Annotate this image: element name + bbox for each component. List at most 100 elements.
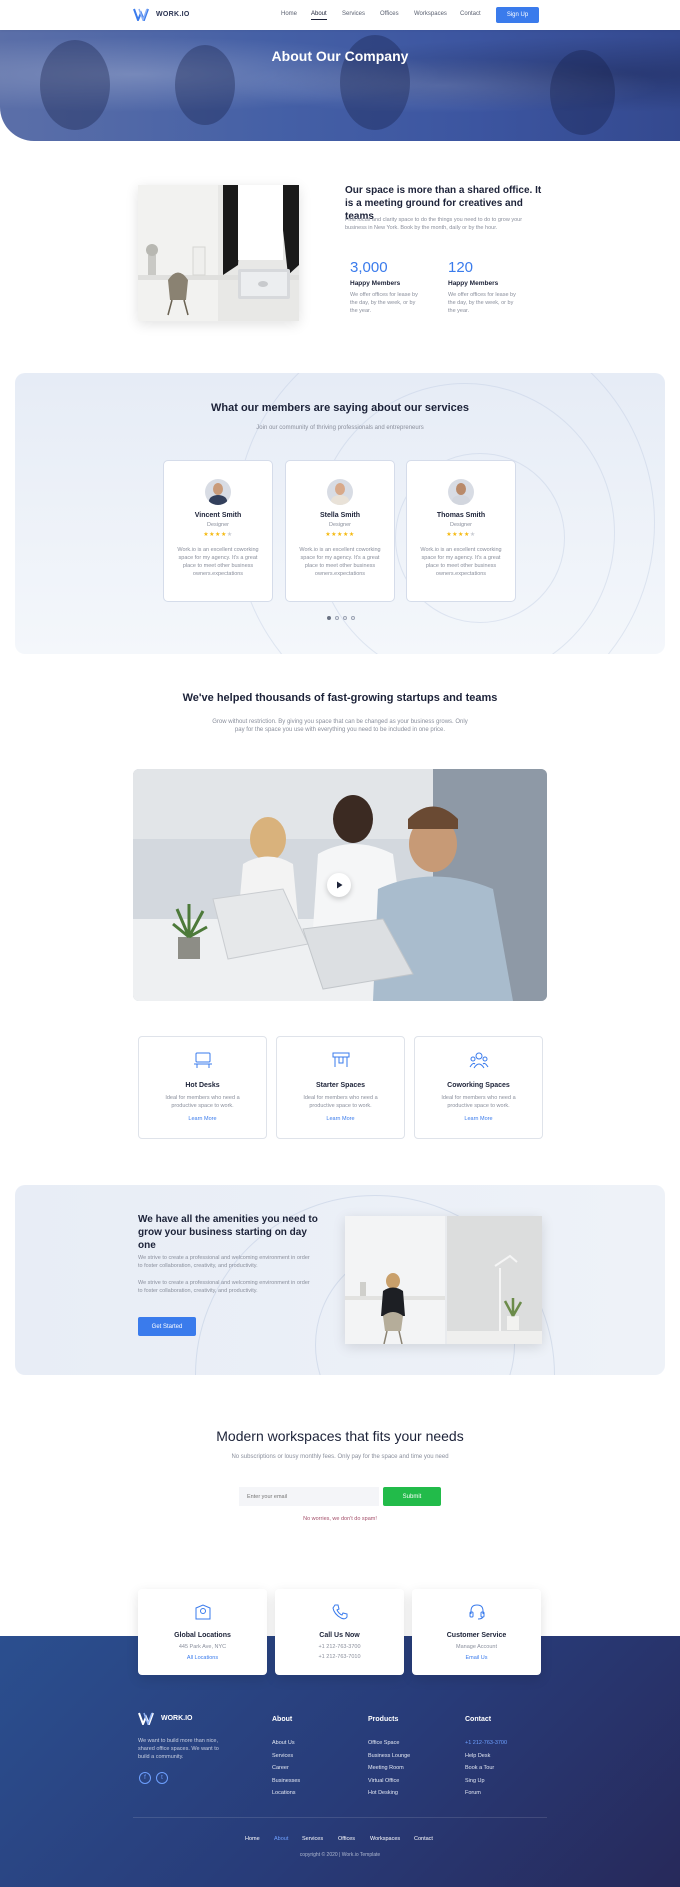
footer-nav-contact[interactable]: Contact	[414, 1836, 433, 1842]
contact-address: 445 Park Ave, NYC	[178, 1644, 227, 1650]
nav-offices[interactable]: Offices	[380, 11, 399, 17]
footer-link[interactable]: Book a Tour	[465, 1762, 507, 1775]
all-locations-link[interactable]: All Locations	[138, 1655, 267, 1661]
testimonial-quote: Work.io is an excellent coworking space …	[177, 547, 259, 577]
headset-icon	[469, 1604, 484, 1620]
office-photo	[138, 185, 299, 321]
member-name: Stella Smith	[319, 512, 361, 519]
footer-link[interactable]: Business Lounge	[368, 1750, 410, 1763]
space-title: Coworking Spaces	[447, 1082, 510, 1089]
carousel-dot[interactable]	[335, 616, 339, 620]
rating-stars: ★★★★★	[164, 531, 272, 538]
footer-nav-offices[interactable]: Offices	[338, 1836, 355, 1842]
footer-heading-contact: Contact	[465, 1716, 492, 1723]
avatar	[448, 479, 474, 505]
space-card-hot-desks: Hot Desks Ideal for members who need a p…	[138, 1036, 267, 1139]
contact-card-locations: Global Locations 445 Park Ave, NYC All L…	[138, 1589, 267, 1675]
email-us-link[interactable]: Email Us	[412, 1655, 541, 1661]
twitter-icon[interactable]: t	[156, 1772, 168, 1784]
contact-card-support: Customer Service Manage Account Email Us	[412, 1589, 541, 1675]
stat-text: We offer offices for lease by the day, b…	[350, 292, 418, 314]
phone-number[interactable]: +1 212-763-7010	[275, 1654, 404, 1660]
learn-more-link[interactable]: Learn More	[139, 1116, 266, 1122]
play-button[interactable]	[327, 873, 351, 897]
nav-home[interactable]: Home	[281, 11, 297, 17]
carousel-dot[interactable]	[343, 616, 347, 620]
footer-link[interactable]: Career	[272, 1762, 300, 1775]
workspace-illustration	[345, 1216, 542, 1344]
footer-link[interactable]: Locations	[272, 1787, 300, 1800]
email-field[interactable]	[239, 1487, 379, 1506]
contact-title: Call Us Now	[319, 1632, 360, 1639]
facebook-icon[interactable]: f	[139, 1772, 151, 1784]
member-role: Designer	[206, 522, 229, 528]
footer-links-contact: +1 212-763-3700 Help Desk Book a Tour Si…	[465, 1737, 507, 1800]
space-card-starter-spaces: Starter Spaces Ideal for members who nee…	[276, 1036, 405, 1139]
footer-link[interactable]: Forum	[465, 1787, 507, 1800]
desk-icon	[193, 1052, 212, 1068]
footer-phone-link[interactable]: +1 212-763-3700	[465, 1737, 507, 1750]
learn-more-link[interactable]: Learn More	[415, 1116, 542, 1122]
carousel-dots	[327, 616, 355, 620]
star-empty-icon: ★	[226, 532, 233, 538]
logo-mark-icon	[133, 8, 149, 21]
footer-description: We want to build more than nice, shared …	[138, 1738, 219, 1760]
nav-workspaces[interactable]: Workspaces	[414, 11, 447, 17]
footer-link[interactable]: Meeting Room	[368, 1762, 410, 1775]
signup-button[interactable]: Sign Up	[496, 7, 539, 23]
play-icon	[337, 881, 343, 889]
office-illustration	[138, 185, 299, 321]
logo-mark-icon	[138, 1712, 154, 1725]
footer-nav-home[interactable]: Home	[245, 1836, 260, 1842]
get-started-button[interactable]: Get Started	[138, 1317, 196, 1336]
people-icon	[469, 1052, 488, 1069]
member-role: Designer	[449, 522, 472, 528]
star-icon: ★	[348, 532, 355, 538]
footer-nav-services[interactable]: Services	[302, 1836, 323, 1842]
startups-description: Grow without restriction. By giving you …	[212, 719, 468, 733]
space-desc: Ideal for members who need a productive …	[165, 1095, 240, 1109]
logo[interactable]: WORK.IO	[133, 8, 190, 21]
testimonial-card: Thomas Smith Designer ★★★★★ Work.io is a…	[406, 460, 516, 602]
hero-banner	[0, 30, 680, 141]
logo-text: WORK.IO	[156, 11, 190, 18]
rating-stars: ★★★★★	[286, 531, 394, 538]
footer-nav-workspaces[interactable]: Workspaces	[370, 1836, 400, 1842]
avatar	[205, 479, 231, 505]
testimonial-card: Stella Smith Designer ★★★★★ Work.io is a…	[285, 460, 395, 602]
footer-nav-about[interactable]: About	[274, 1836, 288, 1842]
carousel-dot[interactable]	[327, 616, 331, 620]
footer-link[interactable]: About Us	[272, 1737, 300, 1750]
submit-button[interactable]: Submit	[383, 1487, 441, 1506]
stat-members: 3,000 Happy Members We offer offices for…	[350, 259, 430, 315]
space-desc: Ideal for members who need a productive …	[303, 1095, 378, 1109]
testimonials-heading: What our members are saying about our se…	[211, 402, 469, 414]
space-card-coworking-spaces: Coworking Spaces Ideal for members who n…	[414, 1036, 543, 1139]
footer-links-products: Office Space Business Lounge Meeting Roo…	[368, 1737, 410, 1800]
workspace-photo	[345, 1216, 542, 1344]
nav-about[interactable]: About	[311, 11, 327, 20]
testimonial-quote: Work.io is an excellent coworking space …	[420, 547, 502, 577]
footer-logo[interactable]: WORK.IO	[138, 1712, 193, 1725]
footer-link[interactable]: Help Desk	[465, 1750, 507, 1763]
nav-services[interactable]: Services	[342, 11, 365, 17]
learn-more-link[interactable]: Learn More	[277, 1116, 404, 1122]
star-empty-icon: ★	[469, 532, 476, 538]
testimonial-card: Vincent Smith Designer ★★★★★ Work.io is …	[163, 460, 273, 602]
footer-link[interactable]: Office Space	[368, 1737, 410, 1750]
startups-heading: We've helped thousands of fast-growing s…	[182, 692, 498, 704]
footer-link[interactable]: Sing Up	[465, 1775, 507, 1788]
footer-link[interactable]: Hot Desking	[368, 1787, 410, 1800]
stat-label: Happy Members	[350, 280, 401, 287]
footer-link[interactable]: Virtual Office	[368, 1775, 410, 1788]
contact-title: Customer Service	[446, 1632, 507, 1639]
space-title: Hot Desks	[185, 1082, 220, 1089]
footer-link[interactable]: Businesses	[272, 1775, 300, 1788]
phone-number[interactable]: +1 212-763-3700	[275, 1644, 404, 1650]
spam-note: No worries, we don't do spam!	[303, 1516, 377, 1522]
footer-link[interactable]: Services	[272, 1750, 300, 1763]
footer-heading-about: About	[272, 1716, 293, 1723]
nav-contact[interactable]: Contact	[460, 11, 481, 17]
stat-label: Happy Members	[448, 280, 499, 287]
carousel-dot[interactable]	[351, 616, 355, 620]
